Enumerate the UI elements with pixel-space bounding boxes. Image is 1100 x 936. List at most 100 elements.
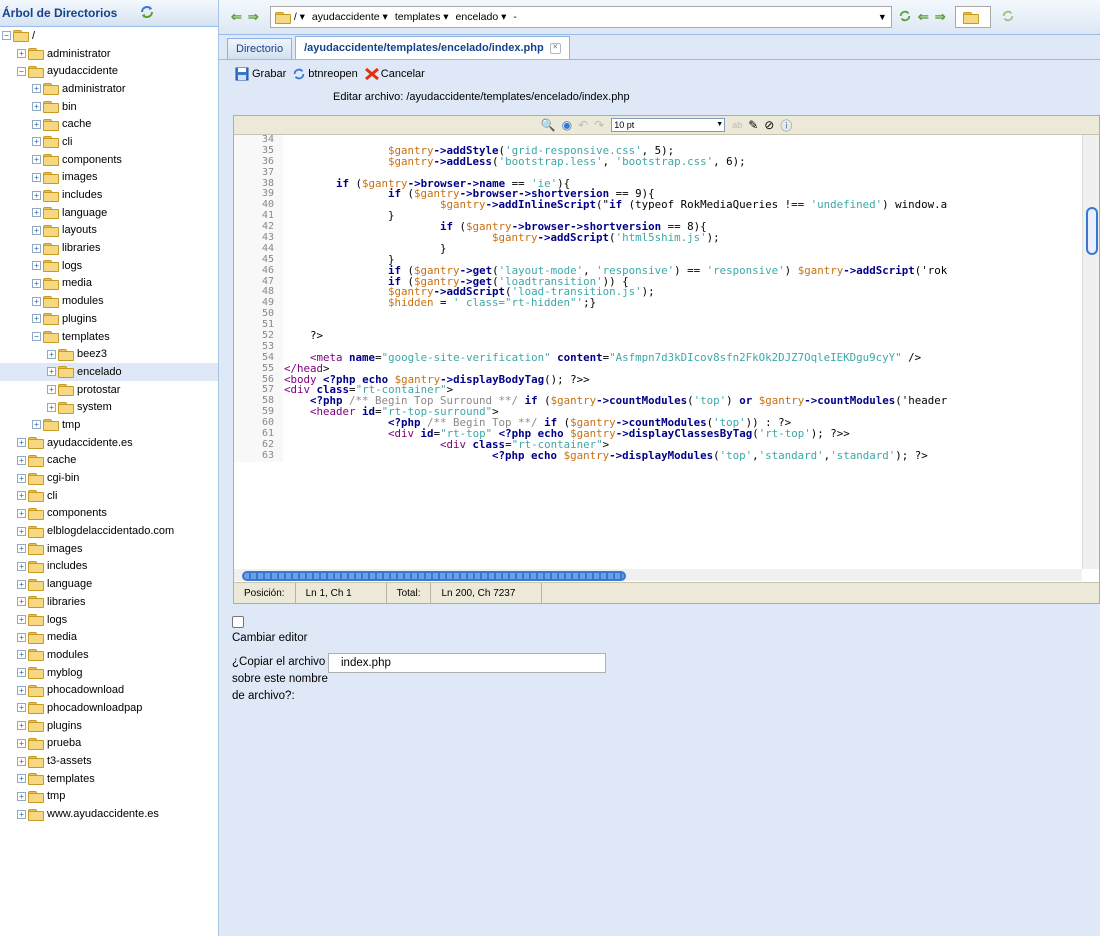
code-editor[interactable]: 🔍 ◉ ↶ ↷ 10 pt ab ✎ ⊘ ⓘ 3435 $gantry->add… [233,115,1100,604]
wrap-icon[interactable]: ab [732,120,742,130]
tree-node[interactable]: + administrator [0,80,218,98]
expand-icon[interactable]: + [32,155,41,165]
code-area[interactable]: 34 35 $gantry->addStyle('grid-responsive.… [234,135,1082,569]
expand-icon[interactable]: + [17,756,26,766]
code-line[interactable]: 63 <?php echo $gantry->displayModules('t… [234,450,1082,462]
tree-node[interactable]: + ayudaccidente.es [0,434,218,452]
tree-node[interactable]: + encelado [0,363,218,381]
tree-node[interactable]: + protostar [0,381,218,399]
expand-icon[interactable]: + [17,615,26,625]
vertical-scrollbar[interactable] [1082,135,1099,569]
expand-icon[interactable]: + [32,278,41,288]
tree-node[interactable]: + plugins [0,717,218,735]
tree-node[interactable]: + images [0,540,218,558]
expand-icon[interactable]: + [17,774,26,784]
tree-node[interactable]: + phocadownloadpap [0,699,218,717]
expand-icon[interactable]: + [32,102,41,112]
tree-node[interactable]: + libraries [0,239,218,257]
redo-icon[interactable]: ↷ [594,118,604,132]
code-line[interactable]: 52 ?> [234,330,1082,342]
expand-icon[interactable]: + [47,402,56,412]
horizontal-scrollbar[interactable] [234,569,1082,581]
expand-icon[interactable]: + [47,367,56,377]
tree-node[interactable]: − / [0,27,218,45]
code-line[interactable]: 50 [234,308,1082,321]
tree-node[interactable]: + prueba [0,735,218,753]
code-line[interactable]: 51 [234,319,1082,332]
expand-icon[interactable]: + [32,172,41,182]
copy-filename-input[interactable]: index.php [328,653,606,673]
reopen-button[interactable]: btnreopen [292,67,358,81]
tree-node[interactable]: + beez3 [0,345,218,363]
expand-icon[interactable]: + [32,208,41,218]
tree-node[interactable]: + plugins [0,310,218,328]
expand-icon[interactable]: + [17,809,26,819]
path-segment[interactable]: ayudaccidente ▾ [312,11,388,23]
code-line[interactable]: 36 $gantry->addLess('bootstrap.less', 'b… [234,156,1082,168]
tree-node[interactable]: + modules [0,646,218,664]
tab-index-php[interactable]: /ayudaccidente/templates/encelado/index.… [295,36,570,59]
vertical-scroll-thumb[interactable] [1086,207,1098,255]
expand-icon[interactable]: + [32,261,41,271]
tree-node[interactable]: + phocadownload [0,681,218,699]
tree-node[interactable]: + includes [0,558,218,576]
path-segment[interactable]: / ▾ [294,11,305,23]
tree-node[interactable]: + media [0,275,218,293]
folder-box[interactable] [954,6,991,28]
search-icon[interactable]: 🔍 [541,118,556,132]
expand-icon[interactable]: + [17,438,26,448]
expand-icon[interactable]: + [17,791,26,801]
close-tab-icon[interactable]: ✕ [549,42,561,54]
expand-icon[interactable]: + [17,544,26,554]
expand-icon[interactable]: + [17,508,26,518]
expand-icon[interactable]: + [17,491,26,501]
expand-icon[interactable]: + [32,190,41,200]
tree-node[interactable]: + cache [0,452,218,470]
expand-icon[interactable]: + [32,243,41,253]
tree-node[interactable]: + media [0,628,218,646]
path-dropdown[interactable]: / ▾ ayudaccidente ▾ templates ▾ encelado ▾ -… [269,6,892,28]
goto-icon[interactable]: ◉ [562,118,572,132]
tree-node[interactable]: + libraries [0,593,218,611]
tree-node[interactable]: + images [0,169,218,187]
tree-node[interactable]: + cache [0,115,218,133]
expand-icon[interactable]: + [32,137,41,147]
back-arrow-icon[interactable]: ⇐ [231,9,242,25]
expand-icon[interactable]: + [32,296,41,306]
tree-node[interactable]: + layouts [0,222,218,240]
tree-node[interactable]: + language [0,575,218,593]
help-icon[interactable]: ⓘ [780,117,792,134]
expand-icon[interactable]: + [47,349,56,359]
path-segment[interactable]: - [513,11,517,23]
expand-icon[interactable]: + [32,119,41,129]
tab-directorio[interactable]: Directorio [227,38,293,59]
tree-node[interactable]: + bin [0,98,218,116]
expand-icon[interactable]: + [17,650,26,660]
tree-node[interactable]: + components [0,505,218,523]
tree-node[interactable]: − ayudaccidente [0,62,218,80]
expand-icon[interactable]: + [32,314,41,324]
tree-node[interactable]: + components [0,151,218,169]
chevron-down-icon[interactable]: ▼ [878,12,887,22]
change-editor-checkbox[interactable] [232,616,244,628]
undo-icon[interactable]: ↶ [578,118,588,132]
expand-icon[interactable]: + [17,632,26,642]
horizontal-scroll-thumb[interactable] [242,571,626,581]
forward-arrow-icon-2[interactable]: ⇒ [935,9,946,25]
tree-node[interactable]: + cli [0,487,218,505]
collapse-icon[interactable]: − [17,66,26,76]
tree-node[interactable]: + system [0,398,218,416]
expand-icon[interactable]: + [47,385,56,395]
cancel-button[interactable]: Cancelar [364,67,425,81]
tree-node[interactable]: + cli [0,133,218,151]
forward-arrow-icon[interactable]: ⇒ [248,9,259,25]
tree-node[interactable]: + tmp [0,788,218,806]
code-line[interactable]: 54 <meta name="google-site-verification"… [234,352,1082,364]
tree-node[interactable]: + logs [0,611,218,629]
tree-node[interactable]: + elblogdelaccidentado.com [0,522,218,540]
path-segment[interactable]: templates ▾ [395,11,449,23]
tree-node[interactable]: + cgi-bin [0,469,218,487]
expand-icon[interactable]: + [17,597,26,607]
expand-icon[interactable]: + [17,721,26,731]
tree-node[interactable]: + modules [0,292,218,310]
